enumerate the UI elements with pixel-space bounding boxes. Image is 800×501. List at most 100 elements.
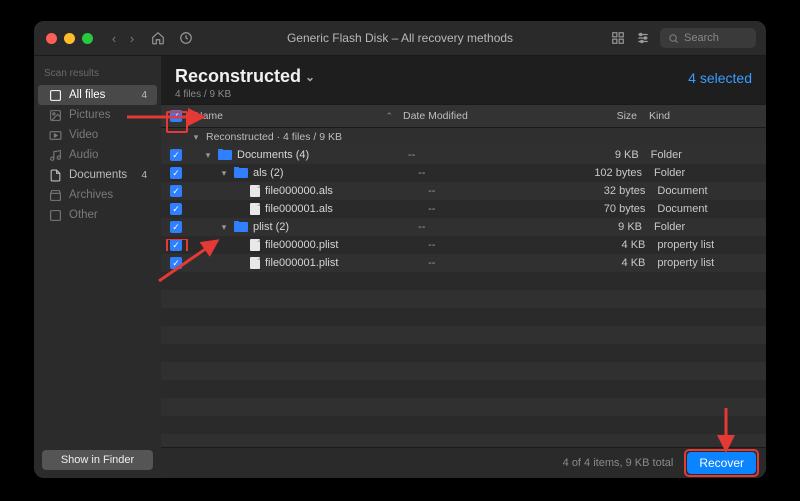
forward-button[interactable]: › [125, 31, 139, 46]
archives-icon [48, 188, 62, 202]
recover-button[interactable]: Recover [687, 452, 756, 474]
search-icon [668, 33, 679, 44]
row-checkbox[interactable]: ✓ [170, 185, 182, 197]
sidebar-item-label: Audio [69, 149, 98, 161]
folder-icon [234, 168, 248, 178]
date-cell: -- [428, 257, 549, 269]
page-subtitle: 4 files / 9 KB [175, 89, 315, 100]
footer-status: 4 of 4 items, 9 KB total [563, 457, 674, 469]
file-name: file000000.plist [265, 239, 338, 251]
home-icon[interactable] [151, 31, 165, 45]
all-icon [48, 88, 62, 102]
kind-cell: Folder [645, 149, 766, 161]
window-controls [46, 33, 93, 44]
date-cell: -- [408, 149, 536, 161]
size-cell: 70 bytes [549, 203, 652, 215]
size-cell: 32 bytes [549, 185, 652, 197]
row-checkbox[interactable]: ✓ [170, 239, 182, 251]
row-checkbox[interactable]: ✓ [170, 149, 182, 161]
sidebar-item-label: Pictures [69, 109, 111, 121]
folder-icon [218, 150, 232, 160]
back-button[interactable]: ‹ [107, 31, 121, 46]
sidebar-item-label: Documents [69, 169, 127, 181]
chevron-down-icon: ⌄ [305, 70, 315, 84]
sidebar-item-documents[interactable]: Documents4 [38, 165, 157, 185]
sidebar-item-count: 4 [141, 90, 147, 101]
disclosure-icon[interactable]: ▾ [219, 168, 229, 179]
table-header: ✓ Name ⌃ Date Modified Size Kind [161, 104, 766, 128]
app-window: ‹ › Generic Flash Disk – All recovery me… [34, 21, 766, 478]
table-row[interactable]: ✓file000000.als--32 bytesDocument [161, 182, 766, 200]
file-icon [250, 203, 260, 215]
titlebar: ‹ › Generic Flash Disk – All recovery me… [34, 21, 766, 56]
sidebar-item-audio[interactable]: Audio [38, 145, 157, 165]
column-name[interactable]: Name ⌃ [191, 110, 403, 122]
select-all-checkbox[interactable]: ✓ [161, 110, 191, 122]
kind-cell: property list [651, 257, 766, 269]
row-checkbox[interactable]: ✓ [170, 221, 182, 233]
sidebar-item-label: Other [69, 209, 98, 221]
sidebar-item-video[interactable]: Video [38, 125, 157, 145]
sidebar-item-label: Archives [69, 189, 113, 201]
kind-cell: Document [651, 185, 766, 197]
empty-row [161, 272, 766, 290]
show-in-finder-button[interactable]: Show in Finder [42, 450, 153, 470]
size-cell: 102 bytes [542, 167, 648, 179]
empty-row [161, 326, 766, 344]
close-icon[interactable] [46, 33, 57, 44]
empty-row [161, 290, 766, 308]
footer: 4 of 4 items, 9 KB total Recover [161, 447, 766, 478]
table-row[interactable]: ✓ file000001.plist --4 KBproperty list [161, 254, 766, 272]
sidebar-header: Scan results [34, 64, 161, 85]
view-mode-icon[interactable] [610, 31, 626, 45]
history-icon[interactable] [179, 31, 193, 45]
zoom-icon[interactable] [82, 33, 93, 44]
nav-arrows: ‹ › [107, 31, 139, 46]
table-row[interactable]: ✓▾Documents (4)--9 KBFolder [161, 146, 766, 164]
column-size[interactable]: Size [533, 110, 643, 122]
row-checkbox[interactable]: ✓ [170, 257, 182, 269]
settings-icon[interactable] [636, 31, 650, 45]
file-name: als (2) [253, 167, 284, 179]
empty-row [161, 362, 766, 380]
selection-count: 4 selected [688, 70, 752, 86]
search-input[interactable]: Search [660, 28, 756, 48]
disclosure-icon[interactable]: ▾ [203, 150, 213, 161]
sidebar-item-other[interactable]: Other [38, 205, 157, 225]
table-row[interactable]: ✓file000001.als--70 bytesDocument [161, 200, 766, 218]
file-name: file000000.als [265, 185, 333, 197]
audio-icon [48, 148, 62, 162]
sidebar-item-label: All files [69, 89, 105, 101]
main-header: Reconstructed ⌄ 4 files / 9 KB 4 selecte… [161, 56, 766, 104]
video-icon [48, 128, 62, 142]
column-date[interactable]: Date Modified [403, 110, 533, 122]
documents-icon [48, 168, 62, 182]
empty-row [161, 398, 766, 416]
size-cell: 4 KB [549, 257, 652, 269]
page-title[interactable]: Reconstructed ⌄ [175, 66, 315, 87]
section-row[interactable]: ▾Reconstructed · 4 files / 9 KB [161, 128, 766, 146]
kind-cell: Folder [648, 221, 766, 233]
sidebar-item-archives[interactable]: Archives [38, 185, 157, 205]
sidebar-item-pictures[interactable]: Pictures [38, 105, 157, 125]
main-panel: Reconstructed ⌄ 4 files / 9 KB 4 selecte… [161, 56, 766, 478]
empty-row [161, 344, 766, 362]
sidebar-item-all-files[interactable]: All files 4 [38, 85, 157, 105]
date-cell: -- [428, 203, 549, 215]
file-name: file000001.als [265, 203, 333, 215]
empty-row [161, 380, 766, 398]
file-icon [250, 185, 260, 197]
row-checkbox[interactable]: ✓ [170, 203, 182, 215]
sidebar-item-label: Video [69, 129, 98, 141]
row-checkbox[interactable]: ✓ [170, 167, 182, 179]
table-row[interactable]: ✓file000000.plist--4 KBproperty list [161, 236, 766, 254]
kind-cell: Folder [648, 167, 766, 179]
file-name: plist (2) [253, 221, 289, 233]
table-row[interactable]: ✓▾als (2)--102 bytesFolder [161, 164, 766, 182]
table-row[interactable]: ✓▾plist (2)--9 KBFolder [161, 218, 766, 236]
column-kind[interactable]: Kind [643, 110, 766, 122]
size-cell: 4 KB [549, 239, 652, 251]
minimize-icon[interactable] [64, 33, 75, 44]
file-name: file000001.plist [265, 257, 338, 269]
disclosure-icon[interactable]: ▾ [219, 222, 229, 233]
